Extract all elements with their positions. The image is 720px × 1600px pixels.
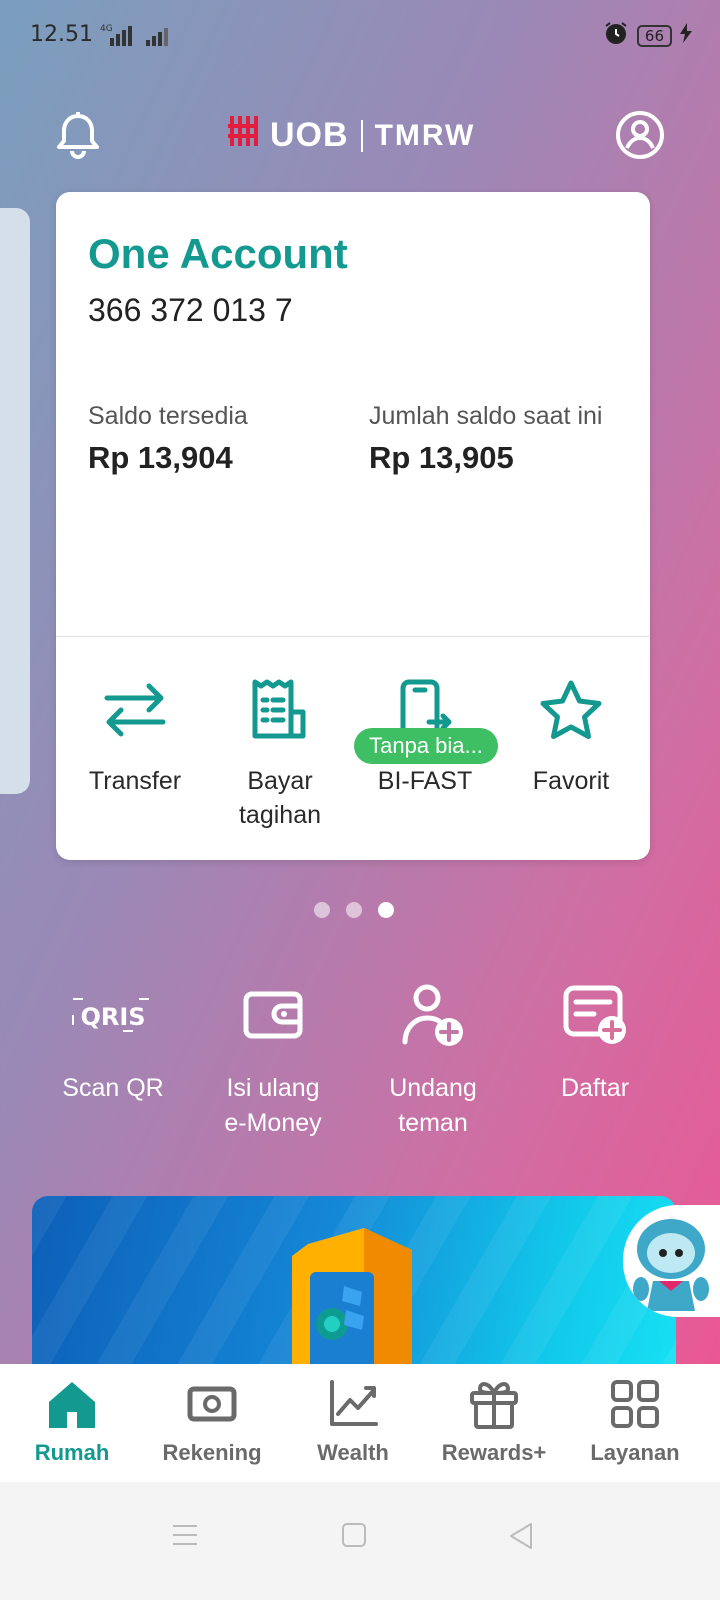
account-card[interactable]: One Account 366 372 013 7 Saldo tersedia… bbox=[56, 192, 650, 860]
card-divider bbox=[56, 636, 650, 637]
current-balance-label: Jumlah saldo saat ini bbox=[369, 402, 603, 430]
bifast-badge: Tanpa bia... bbox=[354, 728, 498, 764]
available-balance-label: Saldo tersedia bbox=[88, 402, 248, 430]
transfer-button[interactable]: Transfer bbox=[60, 670, 210, 798]
nav-wealth-label: Wealth bbox=[317, 1440, 389, 1465]
star-icon bbox=[496, 670, 646, 750]
pay-bill-label: Bayar tagihan bbox=[238, 767, 322, 829]
nav-rewards-label: Rewards+ bbox=[441, 1440, 547, 1465]
status-time: 12.51 bbox=[30, 22, 93, 47]
logo-divider bbox=[360, 119, 363, 152]
nav-accounts[interactable]: Rekening bbox=[140, 1378, 284, 1466]
bell-icon[interactable] bbox=[55, 110, 101, 165]
uob-mark-icon bbox=[228, 116, 258, 155]
transfer-label: Transfer bbox=[88, 767, 182, 795]
bottom-navigation: Rumah Rekening Wealth Rewards+ Layanan bbox=[0, 1364, 720, 1482]
scan-qr-button[interactable]: QRIS Scan QR bbox=[28, 975, 198, 1106]
pager-dot[interactable] bbox=[314, 902, 330, 918]
register-label: Daftar bbox=[560, 1074, 630, 1102]
emoney-topup-label: Isi ulang e-Money bbox=[224, 1074, 322, 1137]
transfer-icon bbox=[60, 670, 210, 750]
nav-home-label: Rumah bbox=[34, 1440, 110, 1465]
product-name: TMRW bbox=[374, 118, 476, 152]
status-bar: 12.51 4G 66 bbox=[0, 0, 720, 70]
bill-icon bbox=[205, 670, 355, 750]
nav-services-label: Layanan bbox=[590, 1440, 680, 1465]
nav-services[interactable]: Layanan bbox=[563, 1378, 707, 1466]
charging-icon bbox=[680, 23, 692, 49]
brand-name: UOB bbox=[270, 116, 349, 154]
menu-icon[interactable] bbox=[172, 1522, 198, 1553]
battery-indicator: 66 bbox=[636, 25, 672, 47]
nav-rewards[interactable]: Rewards+ bbox=[422, 1378, 566, 1466]
invite-friend-label: Undang teman bbox=[389, 1074, 477, 1137]
bifast-label: BI-FAST bbox=[377, 767, 473, 795]
money-icon bbox=[140, 1378, 284, 1430]
svg-text:QRIS: QRIS bbox=[80, 1003, 145, 1031]
nav-accounts-label: Rekening bbox=[162, 1440, 262, 1465]
invite-friend-button[interactable]: Undang teman bbox=[348, 975, 518, 1141]
card-pager bbox=[314, 902, 394, 918]
register-button[interactable]: Daftar bbox=[510, 975, 680, 1106]
back-triangle-icon[interactable] bbox=[508, 1522, 534, 1555]
account-number: 366 372 013 7 bbox=[88, 292, 293, 328]
add-form-icon bbox=[510, 975, 680, 1055]
current-balance-value: Rp 13,905 bbox=[369, 440, 514, 475]
system-navigation-bar bbox=[0, 1482, 720, 1600]
svg-text:4G: 4G bbox=[100, 24, 113, 34]
scan-qr-label: Scan QR bbox=[62, 1074, 164, 1102]
safe-box-illustration bbox=[286, 1226, 418, 1376]
signal-icon: 4G bbox=[100, 22, 180, 54]
emoney-topup-button[interactable]: Isi ulang e-Money bbox=[188, 975, 358, 1141]
chart-icon bbox=[281, 1378, 425, 1430]
alarm-icon bbox=[603, 20, 629, 52]
pay-bill-button[interactable]: Bayar tagihan bbox=[205, 670, 355, 832]
wallet-icon bbox=[188, 975, 358, 1055]
status-right: 66 bbox=[603, 20, 692, 52]
promo-banner[interactable] bbox=[32, 1196, 676, 1376]
gift-icon bbox=[422, 1378, 566, 1430]
pager-dot[interactable] bbox=[346, 902, 362, 918]
qris-icon: QRIS bbox=[28, 975, 198, 1055]
robot-mascot-icon bbox=[629, 1215, 713, 1316]
favorite-label: Favorit bbox=[532, 767, 610, 795]
grid-icon bbox=[563, 1378, 707, 1430]
nav-home[interactable]: Rumah bbox=[0, 1378, 144, 1466]
previous-card-peek[interactable] bbox=[0, 208, 30, 794]
profile-icon[interactable] bbox=[615, 110, 665, 165]
available-balance-value: Rp 13,904 bbox=[88, 440, 233, 475]
add-user-icon bbox=[348, 975, 518, 1055]
pager-dot-active[interactable] bbox=[378, 902, 394, 918]
home-square-icon[interactable] bbox=[342, 1522, 366, 1553]
account-title: One Account bbox=[88, 230, 348, 277]
favorite-button[interactable]: Favorit bbox=[496, 670, 646, 798]
app-header: UOB TMRW bbox=[0, 100, 720, 170]
chat-assistant-button[interactable] bbox=[623, 1205, 720, 1317]
nav-wealth[interactable]: Wealth bbox=[281, 1378, 425, 1466]
brand-logo: UOB TMRW bbox=[228, 116, 475, 155]
home-icon bbox=[0, 1378, 144, 1430]
